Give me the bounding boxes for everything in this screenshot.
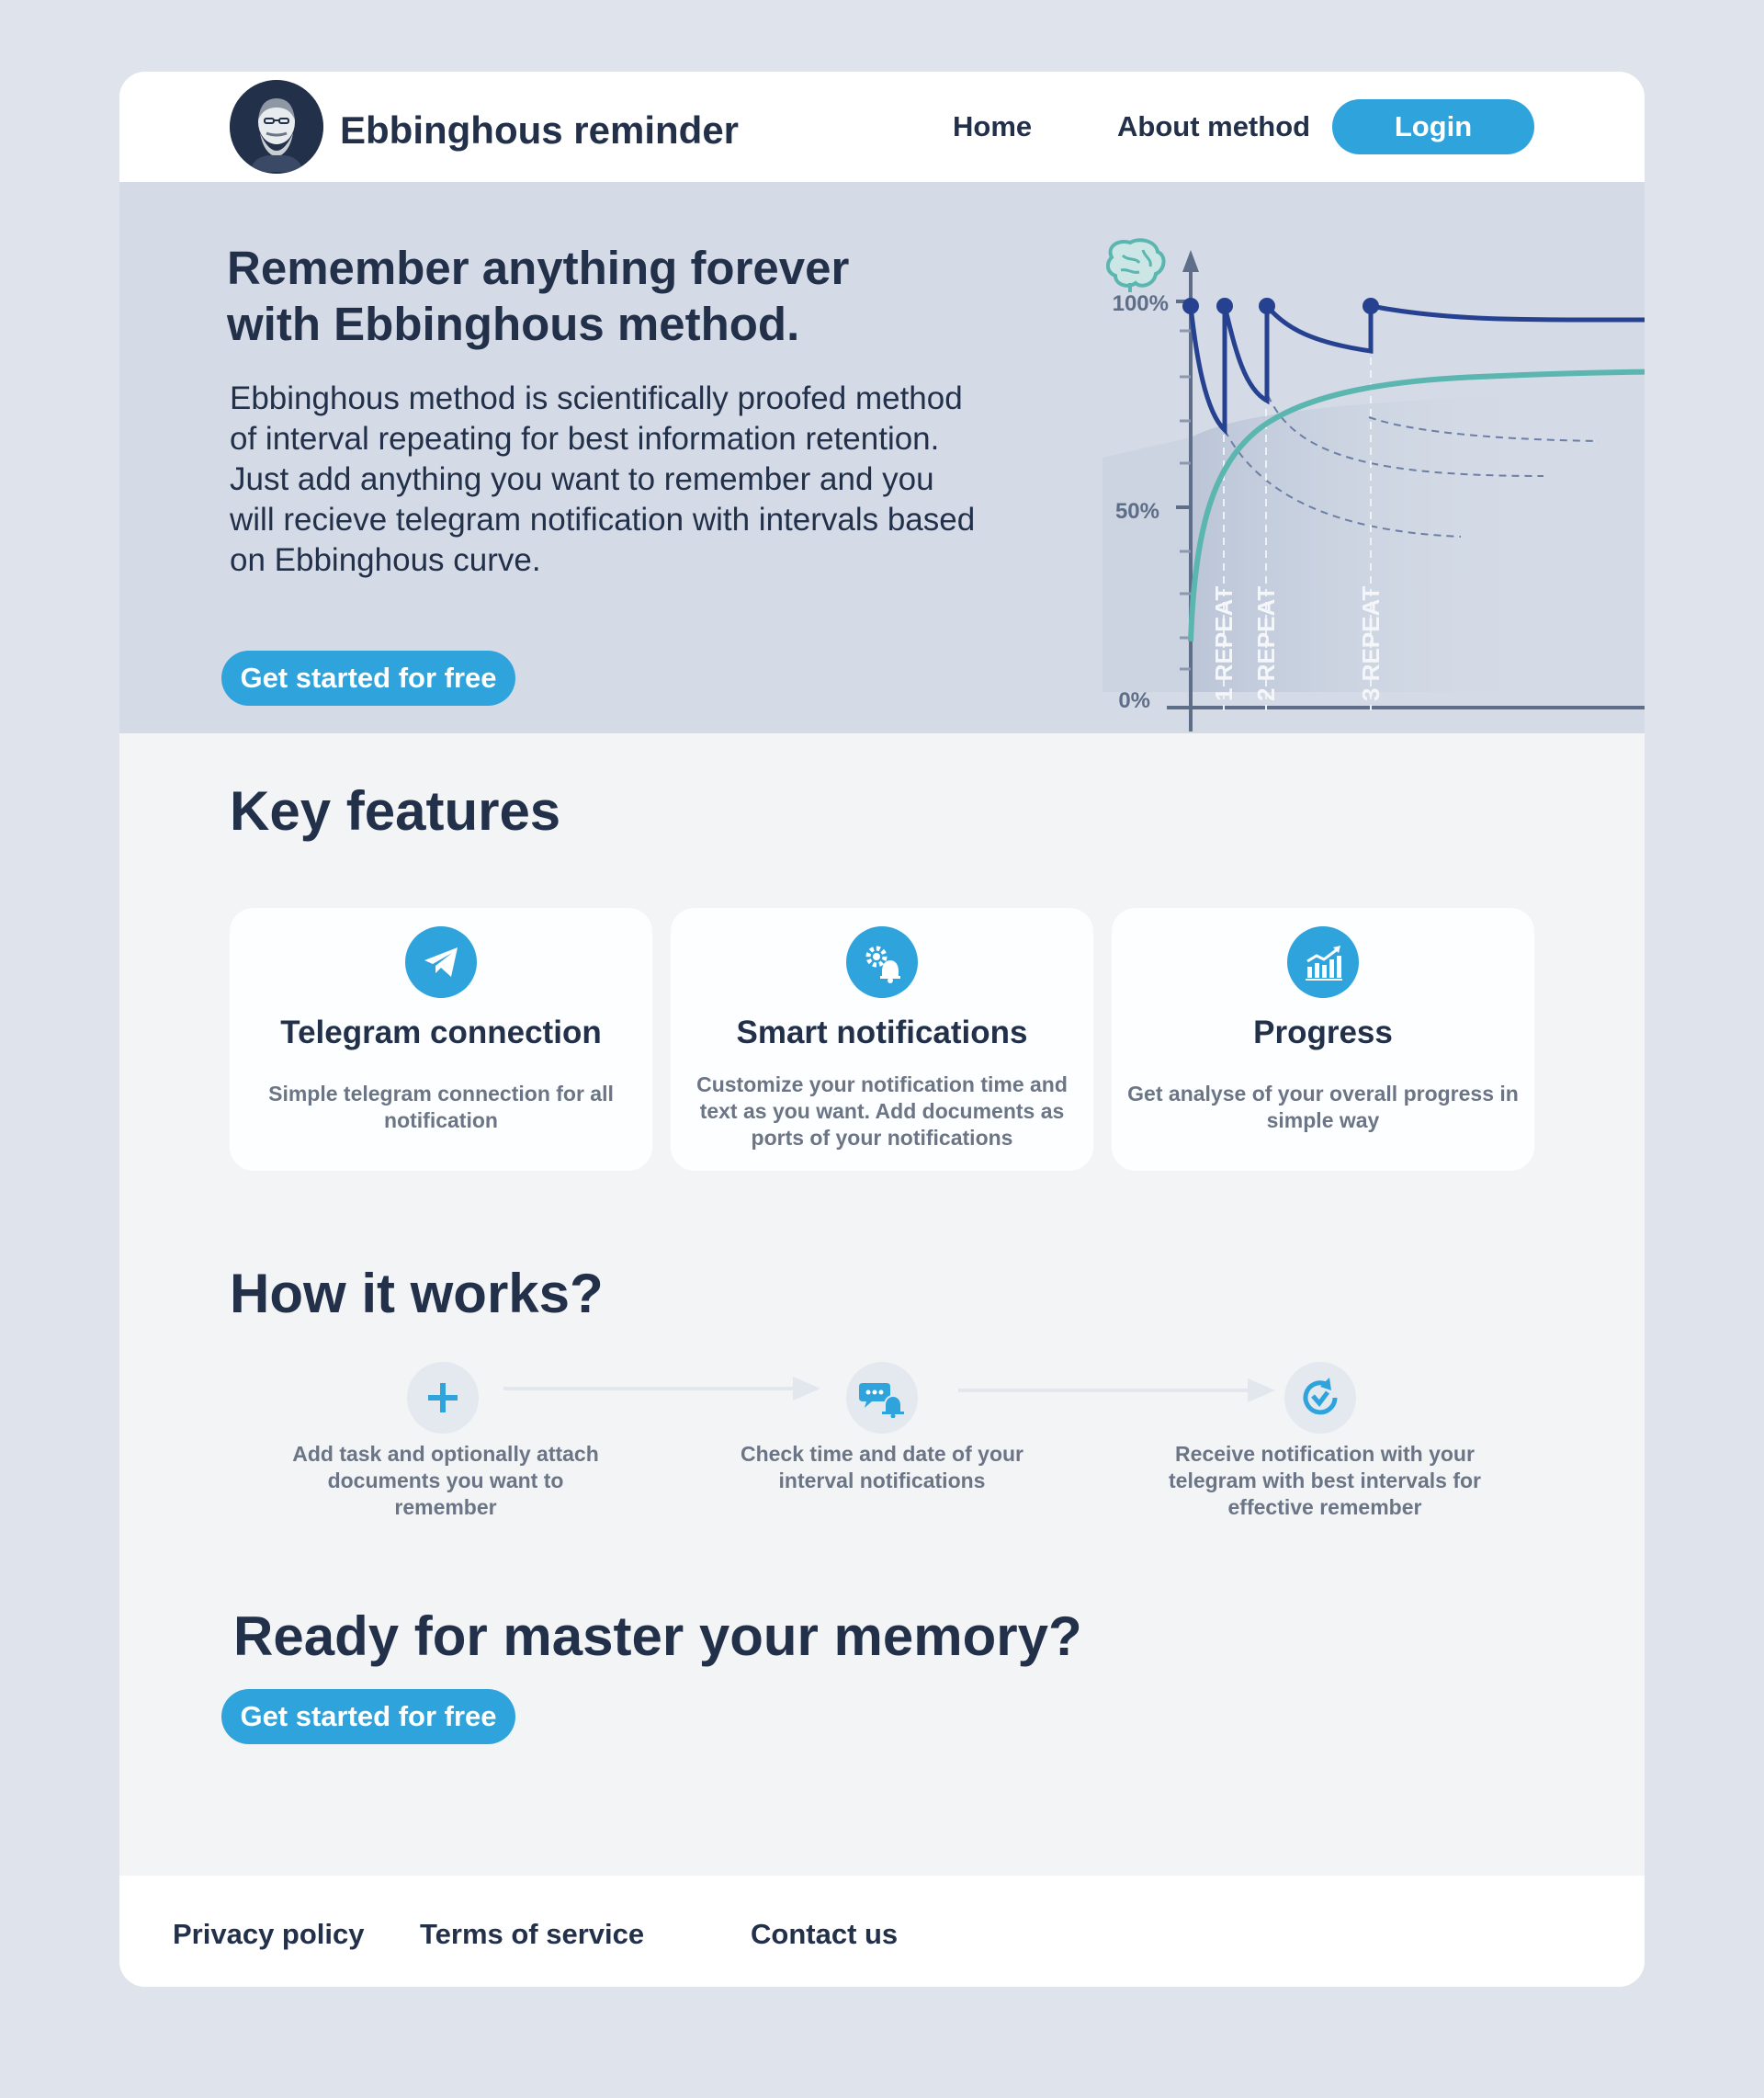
nav-about-method-link[interactable]: About method bbox=[1117, 110, 1310, 143]
top-navbar: Ebbinghous reminder Home About method Lo… bbox=[119, 72, 1645, 182]
key-features-heading: Key features bbox=[230, 780, 561, 842]
bar-chart-growth-icon bbox=[1287, 926, 1359, 998]
telegram-plane-icon bbox=[405, 926, 477, 998]
step-description: Check time and date of your interval not… bbox=[740, 1442, 1023, 1492]
y-tick-label: 50% bbox=[1115, 499, 1159, 524]
repeat-label: 2 REPEAT bbox=[1252, 586, 1280, 701]
get-started-button[interactable]: Get started for free bbox=[221, 651, 515, 706]
chat-bell-icon bbox=[846, 1362, 918, 1434]
step-description: Receive notification with your telegram … bbox=[1169, 1442, 1481, 1519]
footer: Privacy policy Terms of service Contact … bbox=[119, 1876, 1645, 1987]
forgetting-curve-illustration: 100% 50% 0% 1 REPEAT 2 REPEAT 3 REPEAT bbox=[1102, 238, 1645, 731]
y-axis-arrow bbox=[1182, 250, 1199, 272]
brain-icon bbox=[1105, 238, 1166, 292]
curve-area-fill-left bbox=[1102, 437, 1191, 692]
brand-name[interactable]: Ebbinghous reminder bbox=[340, 108, 739, 153]
feature-card-notifications: Smart notifications Customize your notif… bbox=[671, 908, 1093, 1171]
repeat-point bbox=[1363, 298, 1379, 314]
terms-of-service-link[interactable]: Terms of service bbox=[420, 1918, 644, 1951]
ebbinghaus-portrait-avatar[interactable] bbox=[230, 80, 323, 174]
hero-description: Ebbinghous method is scientifically proo… bbox=[230, 380, 976, 578]
repeat-point bbox=[1216, 298, 1233, 314]
refresh-check-icon bbox=[1284, 1362, 1356, 1434]
feature-title: Telegram connection bbox=[280, 1015, 602, 1050]
get-started-button[interactable]: Get started for free bbox=[221, 1689, 515, 1744]
feature-description: Customize your notification time and tex… bbox=[696, 1072, 1068, 1150]
y-tick-label: 0% bbox=[1118, 688, 1150, 713]
feature-title: Smart notifications bbox=[736, 1015, 1028, 1050]
gear-bell-icon bbox=[846, 926, 918, 998]
page-card: Ebbinghous reminder Home About method Lo… bbox=[119, 72, 1645, 1987]
repeat-label: 3 REPEAT bbox=[1357, 586, 1385, 701]
y-tick-label: 100% bbox=[1113, 291, 1169, 316]
hero-section: Remember anything forever with Ebbinghou… bbox=[119, 182, 1645, 733]
plus-icon bbox=[407, 1362, 479, 1434]
privacy-policy-link[interactable]: Privacy policy bbox=[173, 1918, 365, 1951]
step-arrow-icon bbox=[958, 1378, 1275, 1402]
feature-card-telegram: Telegram connection Simple telegram conn… bbox=[230, 908, 652, 1171]
feature-card-progress: Progress Get analyse of your overall pro… bbox=[1112, 908, 1534, 1171]
nav-home-link[interactable]: Home bbox=[953, 110, 1032, 143]
ready-heading: Ready for master your memory? bbox=[233, 1605, 1082, 1667]
contact-us-link[interactable]: Contact us bbox=[751, 1918, 898, 1951]
repeat-point bbox=[1259, 298, 1275, 314]
step-arrow-icon bbox=[503, 1377, 820, 1401]
step-description: Add task and optionally attach documents… bbox=[292, 1442, 599, 1519]
feature-title: Progress bbox=[1253, 1015, 1393, 1050]
login-button[interactable]: Login bbox=[1332, 99, 1534, 154]
feature-description: Get analyse of your overall progress in … bbox=[1127, 1082, 1519, 1132]
repeat-label: 1 REPEAT bbox=[1210, 586, 1238, 701]
how-it-works-heading: How it works? bbox=[230, 1263, 604, 1324]
repeat-point bbox=[1182, 298, 1199, 314]
hero-title: Remember anything forever with Ebbinghou… bbox=[227, 242, 850, 350]
feature-description: Simple telegram connection for all notif… bbox=[268, 1082, 614, 1132]
